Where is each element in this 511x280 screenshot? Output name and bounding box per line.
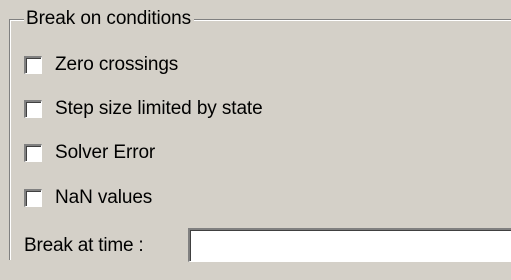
nan-values-label[interactable]: NaN values xyxy=(55,186,152,210)
break-at-time-label: Break at time : xyxy=(24,235,144,256)
step-size-limited-label[interactable]: Step size limited by state xyxy=(55,97,263,121)
break-at-time-input[interactable] xyxy=(188,228,511,262)
zero-crossings-label[interactable]: Zero crossings xyxy=(55,53,178,77)
solver-error-label[interactable]: Solver Error xyxy=(55,141,155,165)
nan-values-option[interactable]: NaN values xyxy=(24,186,152,210)
solver-error-option[interactable]: Solver Error xyxy=(24,141,155,165)
solver-error-checkbox[interactable] xyxy=(24,144,42,162)
zero-crossings-option[interactable]: Zero crossings xyxy=(24,53,178,77)
nan-values-checkbox[interactable] xyxy=(24,189,42,207)
zero-crossings-checkbox[interactable] xyxy=(24,56,42,74)
break-at-time-row: Break at time : xyxy=(24,229,144,263)
step-size-limited-checkbox[interactable] xyxy=(24,100,42,118)
step-size-limited-option[interactable]: Step size limited by state xyxy=(24,97,263,121)
group-title: Break on conditions xyxy=(24,7,194,31)
